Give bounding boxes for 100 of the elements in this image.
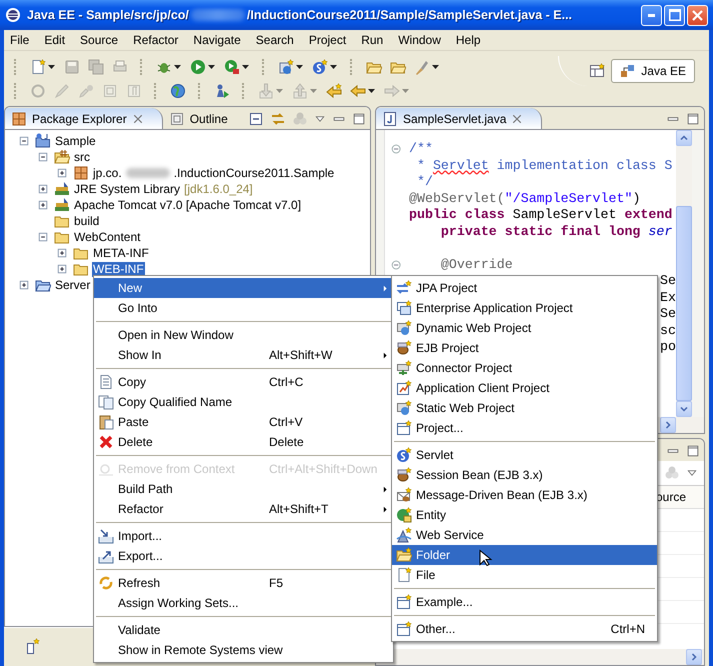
close-icon[interactable] xyxy=(511,112,524,124)
view-tab[interactable]: Outline xyxy=(162,108,238,129)
tree-item[interactable]: .InductionCourse2011.Sample xyxy=(172,166,336,180)
menu-item[interactable]: JPA Project xyxy=(392,278,657,298)
menu-item[interactable]: Search xyxy=(256,33,294,47)
scroll-up-button[interactable] xyxy=(676,130,692,146)
menu-item[interactable]: Import... xyxy=(94,526,393,546)
menu-item[interactable]: Enterprise Application Project xyxy=(392,298,657,318)
menu-item[interactable]: Refresh F5 xyxy=(94,573,393,593)
menu-item[interactable]: Show in Remote Systems view xyxy=(94,640,393,660)
maximize-button[interactable] xyxy=(664,4,685,26)
perspective-button[interactable]: Java EE xyxy=(611,59,695,83)
view-icon xyxy=(168,110,185,126)
person-run-icon[interactable] xyxy=(214,83,230,99)
menu-item[interactable]: File xyxy=(10,33,30,47)
menu-item[interactable]: Show In Alt+Shift+W xyxy=(94,345,393,365)
menu-item[interactable]: Dynamic Web Project xyxy=(392,318,657,338)
new-servlet-icon[interactable] xyxy=(312,59,328,75)
close-icon xyxy=(692,10,703,20)
tree-item[interactable]: Server xyxy=(54,278,92,292)
menu-item[interactable]: File xyxy=(392,565,657,585)
menu-item[interactable]: Window xyxy=(398,33,441,47)
minimize-button[interactable] xyxy=(641,4,662,26)
scroll-right-button[interactable] xyxy=(660,417,676,433)
new-server-icon[interactable] xyxy=(278,59,294,75)
envelope-icon xyxy=(396,487,412,503)
menu-item[interactable]: Validate xyxy=(94,620,393,640)
view-icon xyxy=(11,110,27,126)
menu-item[interactable]: Entity xyxy=(392,505,657,525)
menu-item[interactable]: Assign Working Sets... xyxy=(94,593,393,613)
globe-icon[interactable] xyxy=(170,83,186,99)
code-line: Se xyxy=(660,306,676,322)
tree-item[interactable]: src xyxy=(73,150,91,164)
menu-item[interactable]: Example... xyxy=(392,592,657,612)
tree-item[interactable]: META-INF xyxy=(92,246,150,260)
code-line: * Servlet implementation class S xyxy=(416,158,672,174)
scrollbar[interactable] xyxy=(676,130,692,417)
menu-item[interactable]: Export... xyxy=(94,546,393,566)
scroll-down-button[interactable] xyxy=(676,401,692,417)
tree-item[interactable]: Sample xyxy=(54,134,97,148)
tree-item[interactable]: Apache Tomcat v7.0 [Apache Tomcat v7.0] xyxy=(73,198,302,212)
run-icon[interactable] xyxy=(190,59,206,75)
editor-tab[interactable]: SampleServlet.java xyxy=(376,108,542,129)
source-folder-icon xyxy=(54,149,70,165)
menu-item[interactable]: Go Into xyxy=(94,298,393,318)
maximize-icon[interactable] xyxy=(686,444,700,458)
menu-item[interactable]: Copy Qualified Name xyxy=(94,392,393,412)
menu-item[interactable]: Project xyxy=(308,33,346,47)
menu-item[interactable]: Build Path xyxy=(94,479,393,499)
code-line: Ex xyxy=(660,290,676,306)
java-file-icon xyxy=(382,110,398,126)
menu-item[interactable]: Application Client Project xyxy=(392,378,657,398)
menu-item[interactable]: New xyxy=(94,278,393,298)
maximize-icon[interactable] xyxy=(352,112,366,126)
menu-item[interactable]: Refactor Alt+Shift+T xyxy=(94,499,393,519)
menu-item[interactable]: Delete Delete xyxy=(94,432,393,452)
tree-item[interactable]: WebContent xyxy=(73,230,142,244)
project-icon xyxy=(35,133,51,149)
link-icon[interactable] xyxy=(270,110,286,126)
scroll-thumb[interactable] xyxy=(676,206,692,401)
menu-item[interactable]: Project... xyxy=(392,418,657,438)
menu-item[interactable]: Navigate xyxy=(193,33,241,47)
copy-icon xyxy=(98,394,114,410)
menu-item[interactable]: Refactor xyxy=(133,33,178,47)
menu-item[interactable]: Connector Project xyxy=(392,358,657,378)
menu-item[interactable]: Source xyxy=(80,33,118,47)
menu-item[interactable]: Session Bean (EJB 3.x) xyxy=(392,465,657,485)
code-line: Se xyxy=(660,273,676,290)
menu-item[interactable]: Servlet xyxy=(392,445,657,465)
menu-item[interactable]: Folder xyxy=(392,545,657,565)
menu-item[interactable]: Open in New Window xyxy=(94,325,393,345)
collapse-all-icon[interactable] xyxy=(248,110,264,126)
menu-item[interactable]: Run xyxy=(361,33,384,47)
close-icon[interactable] xyxy=(132,112,144,124)
menu-item[interactable]: Paste Ctrl+V xyxy=(94,412,393,432)
menu-item[interactable]: Help xyxy=(456,33,481,47)
import-icon xyxy=(98,528,114,544)
maximize-icon[interactable] xyxy=(686,112,700,126)
fast-view-icon[interactable] xyxy=(24,638,40,654)
menu-item[interactable]: Web Service xyxy=(392,525,657,545)
delete-icon xyxy=(98,434,114,450)
menu-item[interactable]: Edit xyxy=(44,33,66,47)
tree-item[interactable]: WEB-INF xyxy=(92,262,145,276)
tree-item[interactable]: jp.co. xyxy=(92,166,123,180)
mouse-pointer-icon xyxy=(479,548,493,568)
back-arrow-icon[interactable] xyxy=(326,83,342,99)
scrollbar[interactable] xyxy=(376,649,704,665)
menu-item[interactable]: Other... Ctrl+N xyxy=(392,619,657,639)
tree-item[interactable]: JRE System Library xyxy=(73,182,182,196)
menu-item[interactable]: EJB Project xyxy=(392,338,657,358)
open-perspective-icon[interactable] xyxy=(589,63,606,79)
scroll-right-button[interactable] xyxy=(686,649,702,665)
web-project-icon xyxy=(396,320,412,336)
tree-item[interactable]: build xyxy=(73,214,100,228)
view-tab[interactable]: Package Explorer xyxy=(5,108,163,129)
run-tool-icon[interactable] xyxy=(224,59,240,75)
close-button[interactable] xyxy=(687,4,708,26)
menu-item[interactable]: Copy Ctrl+C xyxy=(94,372,393,392)
menu-item[interactable]: Static Web Project xyxy=(392,398,657,418)
menu-item[interactable]: Message-Driven Bean (EJB 3.x) xyxy=(392,485,657,505)
